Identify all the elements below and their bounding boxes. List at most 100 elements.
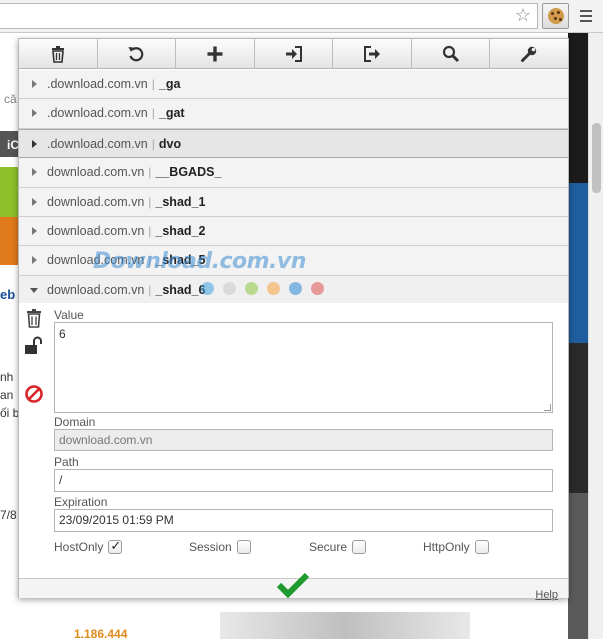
watermark-dots	[201, 282, 333, 298]
cookie-row[interactable]: download.com.vn | _shad_1	[19, 187, 568, 217]
value-textarea[interactable]: 6	[54, 322, 553, 413]
separator: |	[151, 77, 155, 91]
expiration-label: Expiration	[54, 495, 108, 509]
cookie-icon	[548, 8, 564, 24]
expand-triangle-icon	[32, 80, 37, 88]
protect-cookie-button[interactable]	[24, 336, 44, 356]
bg-price: 1.186.444	[74, 627, 128, 639]
cookie-flags: HostOnly Session Secure HttpOnly	[54, 538, 564, 557]
separator: |	[151, 136, 155, 151]
browser-toolbar: ☆	[0, 0, 603, 33]
session-flag[interactable]: Session	[189, 539, 251, 555]
bg-fragment: ối b	[0, 406, 20, 420]
block-icon	[25, 385, 43, 403]
watermark-dot	[201, 282, 214, 295]
popup-footer: Help	[19, 572, 568, 601]
unlock-icon	[25, 336, 42, 354]
watermark-dot	[245, 282, 258, 295]
background-page-left	[0, 33, 20, 639]
value-label: Value	[54, 308, 84, 322]
plus-icon	[207, 46, 223, 62]
separator: |	[148, 165, 152, 180]
export-button[interactable]	[333, 39, 412, 69]
expand-triangle-icon	[32, 226, 37, 235]
hamburger-menu-icon[interactable]	[576, 6, 596, 26]
expiration-text: 23/09/2015 01:59 PM	[59, 513, 174, 527]
options-button[interactable]	[490, 39, 568, 69]
watermark-dot	[223, 282, 236, 295]
domain-label: Domain	[54, 415, 96, 429]
search-icon	[442, 45, 459, 63]
cookie-row[interactable]: download.com.vn | _shad_2	[19, 216, 568, 247]
domain-field: download.com.vn	[54, 429, 553, 451]
cookie-domain: download.com.vn	[47, 165, 145, 180]
expand-triangle-icon	[32, 168, 37, 177]
watermark-dot	[289, 282, 302, 295]
httponly-checkbox[interactable]	[474, 540, 489, 554]
cookie-row[interactable]: download.com.vn | __BGADS_	[19, 158, 568, 188]
cookie-name: _gat	[158, 106, 185, 121]
watermark-dot	[311, 282, 324, 295]
collapse-triangle-icon	[30, 287, 38, 293]
address-bar[interactable]	[0, 3, 538, 29]
secure-checkbox[interactable]	[352, 540, 367, 554]
cookie-extension-button[interactable]	[542, 3, 569, 29]
cookie-domain: .download.com.vn	[47, 136, 148, 151]
separator: |	[151, 106, 155, 121]
session-checkbox[interactable]	[236, 540, 251, 554]
add-button[interactable]	[176, 39, 255, 69]
block-cookie-button[interactable]	[24, 384, 44, 404]
value-text: 6	[59, 327, 66, 341]
cookie-row[interactable]: .download.com.vn | _gat	[19, 99, 568, 129]
expand-triangle-icon	[32, 197, 37, 206]
trash-icon	[27, 309, 41, 328]
watermark-text: Download.com.vn	[93, 249, 306, 274]
resize-grip-icon[interactable]	[544, 404, 551, 411]
path-label: Path	[54, 455, 79, 469]
cookie-domain: .download.com.vn	[47, 106, 148, 121]
separator: |	[148, 282, 152, 297]
help-link[interactable]: Help	[535, 589, 558, 601]
cookie-name: _shad_2	[155, 223, 206, 238]
star-outline-icon[interactable]: ☆	[513, 5, 533, 25]
checkmark-icon	[276, 572, 310, 599]
import-button[interactable]	[255, 39, 334, 69]
page-scrollbar[interactable]	[588, 33, 603, 639]
cookie-domain: download.com.vn	[47, 282, 145, 297]
expiration-field[interactable]: 23/09/2015 01:59 PM	[54, 509, 553, 532]
path-field[interactable]: /	[54, 469, 553, 492]
sign-in-icon	[285, 46, 302, 62]
delete-all-button[interactable]	[19, 39, 98, 69]
cookie-editor-popup: .download.com.vn | _ga .download.com.vn | _g…	[18, 38, 569, 601]
popup-toolbar	[19, 39, 568, 69]
search-button[interactable]	[412, 39, 491, 69]
delete-cookie-button[interactable]	[24, 308, 44, 328]
expand-triangle-icon	[32, 256, 37, 265]
cookie-name: _shad_1	[155, 194, 206, 209]
expand-triangle-icon	[32, 109, 37, 118]
secure-flag[interactable]: Secure	[309, 539, 367, 555]
cookie-domain: .download.com.vn	[47, 77, 148, 91]
hostonly-flag[interactable]: HostOnly	[54, 538, 123, 555]
wrench-icon	[521, 46, 537, 62]
secure-label: Secure	[309, 540, 348, 554]
path-text: /	[59, 473, 63, 487]
submit-button[interactable]	[276, 570, 310, 600]
scrollbar-thumb[interactable]	[592, 123, 601, 193]
hostonly-checkbox[interactable]	[108, 538, 123, 554]
bg-fragment: an	[0, 388, 14, 402]
cookie-domain: download.com.vn	[47, 194, 145, 209]
bg-fragment: nh	[0, 370, 14, 384]
cookie-name: __BGADS_	[155, 165, 222, 180]
cookie-name: _ga	[158, 77, 181, 91]
reset-button[interactable]	[98, 39, 177, 69]
httponly-flag[interactable]: HttpOnly	[423, 539, 489, 555]
cookie-detail-editor: Value 6 Domain download.com.vn Path / Ex…	[19, 303, 568, 569]
cookie-row[interactable]: .download.com.vn | _ga	[19, 70, 568, 100]
background-page-right	[568, 33, 588, 639]
httponly-label: HttpOnly	[423, 540, 470, 554]
cookie-row[interactable]: .download.com.vn | dvo	[19, 128, 568, 159]
cookie-name: dvo	[158, 136, 182, 151]
sign-out-icon	[364, 46, 381, 62]
session-label: Session	[189, 540, 232, 554]
